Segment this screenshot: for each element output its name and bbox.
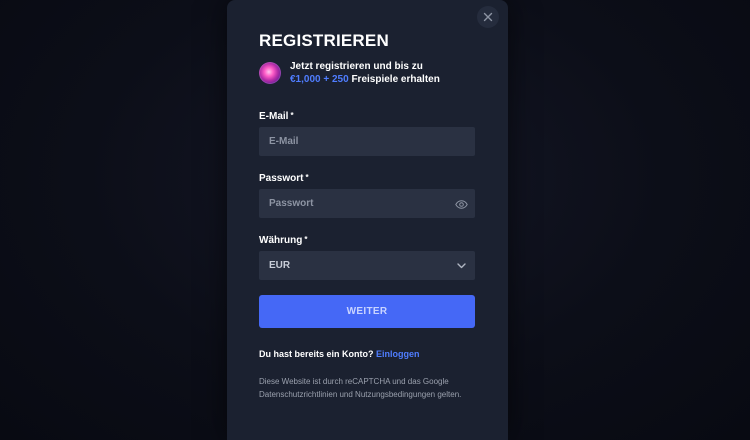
close-icon [483,12,493,22]
currency-label: Währung * [259,235,307,246]
password-label-text: Passwort [259,173,304,184]
promo-line-2-rest: Freispiele erhalten [348,74,440,85]
password-field[interactable] [269,198,439,209]
password-label: Passwort * [259,173,309,184]
eye-icon [454,199,468,209]
password-required-mark: * [305,173,309,182]
registration-modal: REGISTRIEREN Jetzt registrieren und bis … [227,0,508,440]
currency-dropdown-toggle [454,259,468,273]
promo-line-2: €1,000 + 250 Freispiele erhalten [290,73,440,86]
submit-button[interactable]: WEITER [259,295,475,328]
promo-text: Jetzt registrieren und bis zu €1,000 + 2… [290,60,440,86]
login-prompt-text: Du hast bereits ein Konto? [259,349,374,359]
login-prompt-line: Du hast bereits ein Konto? Einloggen [259,349,420,359]
chevron-down-icon [456,263,466,269]
email-field-wrapper [259,127,475,156]
currency-selected-value: EUR [269,260,291,271]
spiral-logo-icon [259,62,281,84]
currency-label-text: Währung [259,235,303,246]
currency-select[interactable]: EUR [259,251,475,280]
password-field-wrapper [259,189,475,218]
email-label-text: E-Mail [259,111,289,122]
password-visibility-toggle[interactable] [454,197,468,211]
login-link[interactable]: Einloggen [376,349,420,359]
currency-required-mark: * [304,235,308,244]
email-field[interactable] [269,136,439,147]
modal-title: REGISTRIEREN [259,31,389,50]
legal-notice: Diese Website ist durch reCAPTCHA und da… [259,377,462,399]
email-label: E-Mail * [259,111,294,122]
email-required-mark: * [290,111,294,120]
close-button[interactable] [477,6,499,28]
promo-line-1: Jetzt registrieren und bis zu [290,61,423,72]
promo-banner: Jetzt registrieren und bis zu €1,000 + 2… [259,60,440,86]
promo-amount: €1,000 + 250 [290,74,349,85]
